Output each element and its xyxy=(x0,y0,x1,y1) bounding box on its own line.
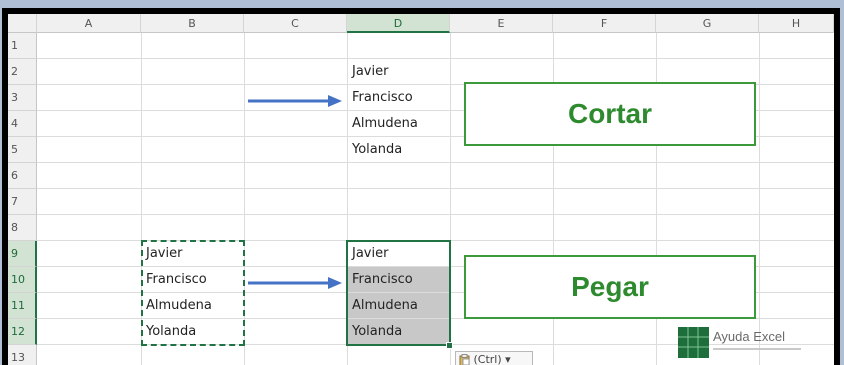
copy-marquee xyxy=(141,240,245,346)
paste-options-button[interactable]: (Ctrl) ▾ xyxy=(455,351,533,365)
row-header-4[interactable]: 4 xyxy=(8,111,37,137)
gridline xyxy=(37,214,834,215)
column-header-d[interactable]: D xyxy=(347,14,450,33)
gridline xyxy=(759,33,760,365)
logo-tagline xyxy=(713,347,801,353)
screenshot-frame: A B C D E F G H 1 2 3 4 5 6 7 8 9 10 11 … xyxy=(2,8,840,365)
column-header-e[interactable]: E xyxy=(450,14,553,33)
paste-options-label: (Ctrl) xyxy=(473,353,502,365)
row-header-6[interactable]: 6 xyxy=(8,163,37,189)
gridline xyxy=(37,188,834,189)
spreadsheet: A B C D E F G H 1 2 3 4 5 6 7 8 9 10 11 … xyxy=(8,14,834,365)
row-header-10[interactable]: 10 xyxy=(8,267,37,293)
fill-handle[interactable] xyxy=(446,342,453,349)
paste-label: Pegar xyxy=(464,255,756,319)
row-header-3[interactable]: 3 xyxy=(8,85,37,111)
cell-d4[interactable]: Almudena xyxy=(348,111,450,136)
cut-label: Cortar xyxy=(464,82,756,146)
select-all-corner[interactable] xyxy=(8,14,37,33)
column-header-c[interactable]: C xyxy=(244,14,347,33)
row-header-5[interactable]: 5 xyxy=(8,137,37,163)
cell-d3[interactable]: Francisco xyxy=(348,85,450,110)
row-header-8[interactable]: 8 xyxy=(8,215,37,241)
grid-logo-icon xyxy=(678,327,709,358)
clipboard-icon xyxy=(459,354,470,365)
chevron-down-icon: ▾ xyxy=(505,353,511,365)
column-header-g[interactable]: G xyxy=(656,14,759,33)
logo-name: Ayuda Excel xyxy=(713,329,786,344)
cell-d5[interactable]: Yolanda xyxy=(348,137,450,162)
ayuda-excel-logo: Ayuda Excel xyxy=(678,327,828,363)
row-header-12[interactable]: 12 xyxy=(8,319,37,345)
row-header-9[interactable]: 9 xyxy=(8,241,37,267)
row-header-2[interactable]: 2 xyxy=(8,59,37,85)
column-header-a[interactable]: A xyxy=(37,14,141,33)
arrow-right-icon xyxy=(248,95,342,107)
row-header-1[interactable]: 1 xyxy=(8,33,37,59)
row-header-11[interactable]: 11 xyxy=(8,293,37,319)
row-header-7[interactable]: 7 xyxy=(8,189,37,215)
arrow-right-icon xyxy=(248,277,342,289)
cell-d2[interactable]: Javier xyxy=(348,59,450,84)
column-header-b[interactable]: B xyxy=(141,14,244,33)
row-header-13[interactable]: 13 xyxy=(8,345,37,365)
column-header-f[interactable]: F xyxy=(553,14,656,33)
gridline xyxy=(37,162,834,163)
selection-range xyxy=(346,240,451,346)
column-header-h[interactable]: H xyxy=(759,14,834,33)
